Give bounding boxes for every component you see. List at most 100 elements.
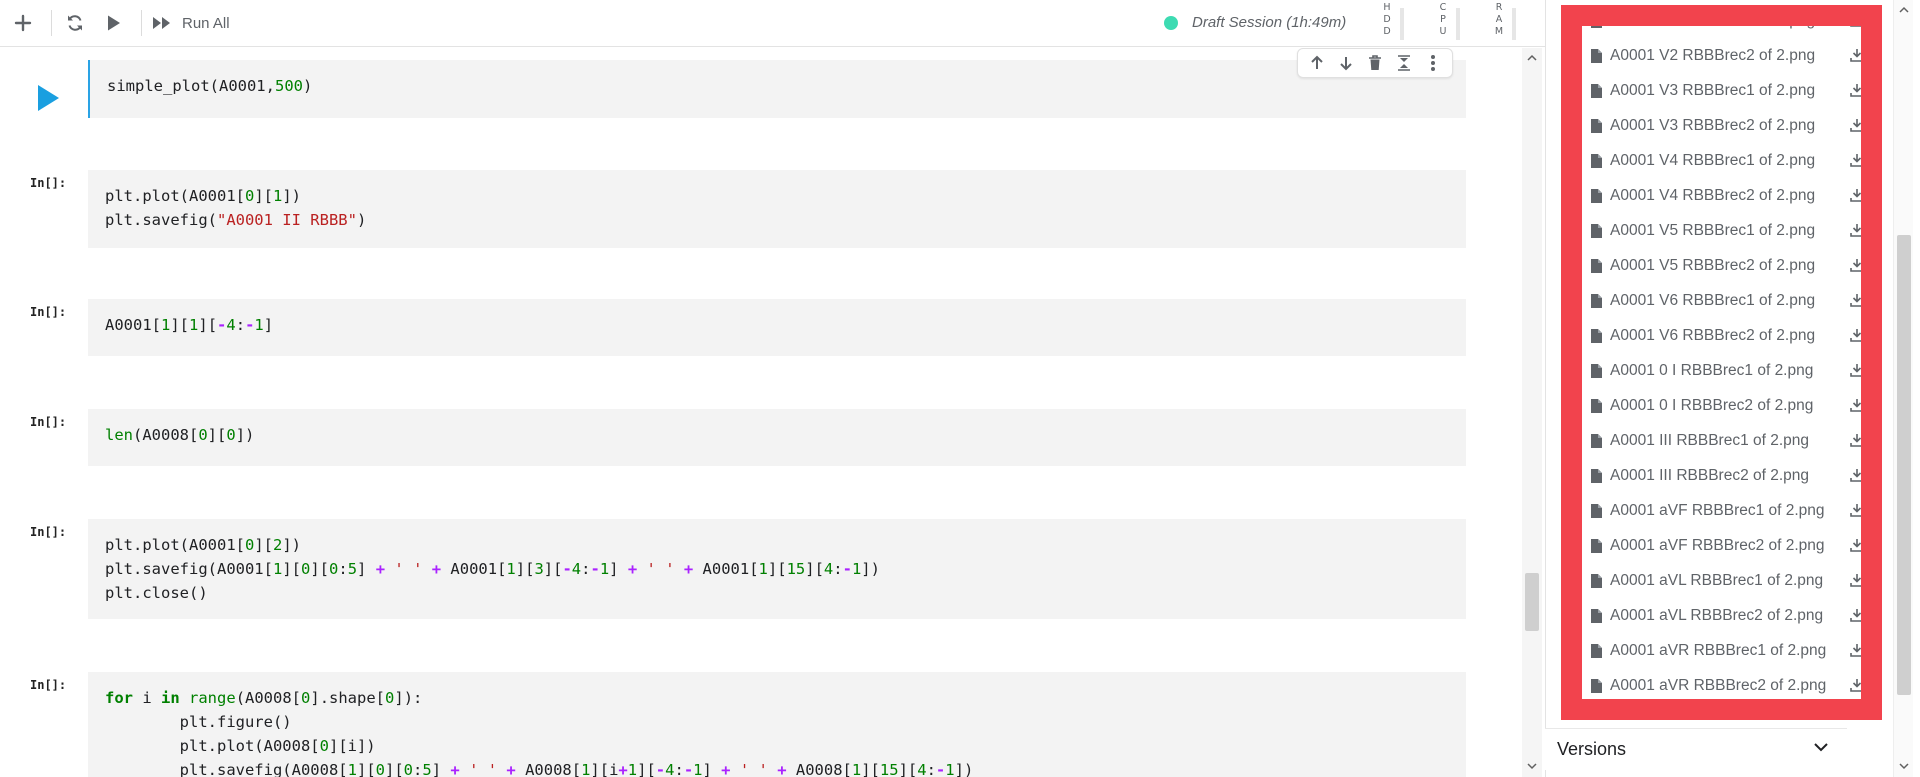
file-item[interactable]: A0001 V2 RBBBrec2 of 2.png (1591, 38, 1891, 73)
file-item[interactable]: A0001 V4 RBBBrec1 of 2.png (1591, 143, 1891, 178)
file-item[interactable]: A0001 aVL RBBBrec1 of 2.png (1591, 563, 1891, 598)
session-status[interactable]: Draft Session (1h:49m) (1164, 14, 1346, 31)
code-editor[interactable]: for i in range(A0008[0].shape[0]): plt.f… (88, 672, 1466, 777)
file-item[interactable]: A0001 aVR RBBBrec2 of 2.png (1591, 668, 1891, 703)
download-icon[interactable] (1850, 363, 1864, 377)
move-cell-up-button[interactable] (1304, 50, 1330, 76)
file-item[interactable]: A0001 aVF RBBBrec1 of 2.png (1591, 493, 1891, 528)
cpu-label: C P U (1439, 2, 1447, 37)
delete-cell-button[interactable] (1362, 50, 1388, 76)
code-editor[interactable]: simple_plot(A0001,500) (88, 60, 1466, 118)
trash-icon (1368, 55, 1381, 70)
download-icon[interactable] (1850, 643, 1864, 657)
file-item[interactable]: A0001 V3 RBBBrec2 of 2.png (1591, 108, 1891, 143)
download-icon[interactable] (1850, 83, 1864, 97)
download-icon[interactable] (1850, 573, 1864, 587)
play-icon (38, 85, 59, 111)
file-icon (1591, 573, 1602, 588)
download-icon[interactable] (1850, 398, 1864, 412)
hdd-bar (1400, 8, 1404, 40)
download-icon[interactable] (1850, 678, 1864, 692)
download-icon[interactable] (1850, 48, 1864, 62)
download-icon[interactable] (1850, 293, 1864, 307)
file-item[interactable]: A0001 V5 RBBBrec2 of 2.png (1591, 248, 1891, 283)
download-icon[interactable] (1850, 258, 1864, 272)
panel-scrollbar-thumb[interactable] (1897, 235, 1911, 695)
file-item[interactable]: A0001 aVF RBBBrec2 of 2.png (1591, 528, 1891, 563)
file-name: A0001 V4 RBBBrec1 of 2.png (1610, 151, 1816, 169)
ram-meter: R A M (1494, 2, 1516, 46)
code-editor[interactable]: plt.plot(A0001[0][2]) plt.savefig(A0001[… (88, 519, 1466, 619)
chevron-down-icon (1814, 743, 1828, 752)
versions-label: Versions (1557, 739, 1627, 759)
file-icon (1591, 83, 1602, 98)
run-all-button[interactable]: Run All (152, 7, 230, 39)
scrollbar-thumb[interactable] (1525, 573, 1539, 631)
file-item[interactable]: A0001 V6 RBBBrec1 of 2.png (1591, 283, 1891, 318)
file-icon (1591, 678, 1602, 693)
cell-action-toolbar (1297, 48, 1453, 78)
scroll-up-button[interactable] (1522, 50, 1542, 66)
file-item[interactable]: A0001 V2 RBBBrec1 of 2.png (1591, 3, 1891, 38)
versions-section[interactable]: Versions (1545, 728, 1847, 770)
file-item[interactable]: A0001 V4 RBBBrec2 of 2.png (1591, 178, 1891, 213)
download-icon[interactable] (1850, 608, 1864, 622)
run-cell-button[interactable] (30, 80, 66, 116)
cell-prompt: In[]: (30, 415, 67, 429)
file-item[interactable]: A0001 aVR RBBBrec1 of 2.png (1591, 633, 1891, 668)
code-editor[interactable]: A0001[1][1][-4:-1] (88, 299, 1466, 356)
output-files-panel: A0001 V2 RBBBrec1 of 2.png A0001 V2 RBBBr… (1545, 0, 1920, 777)
file-icon (1591, 13, 1602, 28)
code-editor[interactable]: plt.plot(A0001[0][1]) plt.savefig("A0001… (88, 170, 1466, 248)
file-item[interactable]: A0001 aVL RBBBrec2 of 2.png (1591, 598, 1891, 633)
file-item[interactable]: A0001 0 I RBBBrec2 of 2.png (1591, 388, 1891, 423)
notebook-scrollbar[interactable] (1522, 48, 1542, 777)
ram-bar (1512, 8, 1516, 40)
download-icon[interactable] (1850, 503, 1864, 517)
download-icon[interactable] (1850, 538, 1864, 552)
panel-scroll-down-button[interactable] (1894, 758, 1914, 774)
file-item[interactable]: A0001 V5 RBBBrec1 of 2.png (1591, 213, 1891, 248)
file-name: A0001 V2 RBBBrec2 of 2.png (1610, 46, 1816, 64)
file-item[interactable]: A0001 III RBBBrec1 of 2.png (1591, 423, 1891, 458)
file-item[interactable]: A0001 V3 RBBBrec1 of 2.png (1591, 73, 1891, 108)
file-name: A0001 aVF RBBBrec1 of 2.png (1610, 501, 1825, 519)
file-icon (1591, 48, 1602, 63)
restart-button[interactable] (59, 7, 91, 39)
chevron-up-icon (1899, 6, 1909, 13)
download-icon[interactable] (1850, 153, 1864, 167)
arrow-down-icon (1340, 57, 1352, 71)
download-icon[interactable] (1850, 433, 1864, 447)
file-icon (1591, 433, 1602, 448)
hdd-meter: H D D (1382, 2, 1404, 46)
add-cell-button[interactable] (7, 7, 39, 39)
file-name: A0001 V3 RBBBrec2 of 2.png (1610, 116, 1816, 134)
file-item[interactable]: A0001 V6 RBBBrec2 of 2.png (1591, 318, 1891, 353)
file-item[interactable]: A0001 III RBBBrec2 of 2.png (1591, 458, 1891, 493)
collapse-cell-button[interactable] (1391, 50, 1417, 76)
code-editor[interactable]: len(A0008[0][0]) (88, 409, 1466, 466)
more-vertical-icon (1431, 55, 1436, 71)
panel-scroll-up-button[interactable] (1894, 2, 1914, 18)
session-status-dot (1164, 15, 1178, 30)
cpu-meter: C P U (1438, 2, 1460, 46)
file-name: A0001 aVF RBBBrec2 of 2.png (1610, 536, 1825, 554)
download-icon[interactable] (1850, 468, 1864, 482)
file-item[interactable]: A0001 0 I RBBBrec1 of 2.png (1591, 353, 1891, 388)
move-cell-down-button[interactable] (1333, 50, 1359, 76)
download-icon[interactable] (1850, 223, 1864, 237)
refresh-icon (68, 15, 82, 31)
download-icon[interactable] (1850, 328, 1864, 342)
chevron-down-icon (1527, 763, 1537, 770)
file-icon (1591, 538, 1602, 553)
panel-scrollbar[interactable] (1893, 0, 1913, 777)
download-icon[interactable] (1850, 118, 1864, 132)
download-icon[interactable] (1850, 13, 1864, 27)
cell-prompt: In[]: (30, 176, 67, 190)
run-cell-button[interactable] (98, 7, 130, 39)
cell-more-button[interactable] (1420, 50, 1446, 76)
cell-prompt: In[]: (30, 678, 67, 692)
download-icon[interactable] (1850, 188, 1864, 202)
file-name: A0001 aVR RBBBrec1 of 2.png (1610, 641, 1827, 659)
scroll-down-button[interactable] (1522, 758, 1542, 774)
